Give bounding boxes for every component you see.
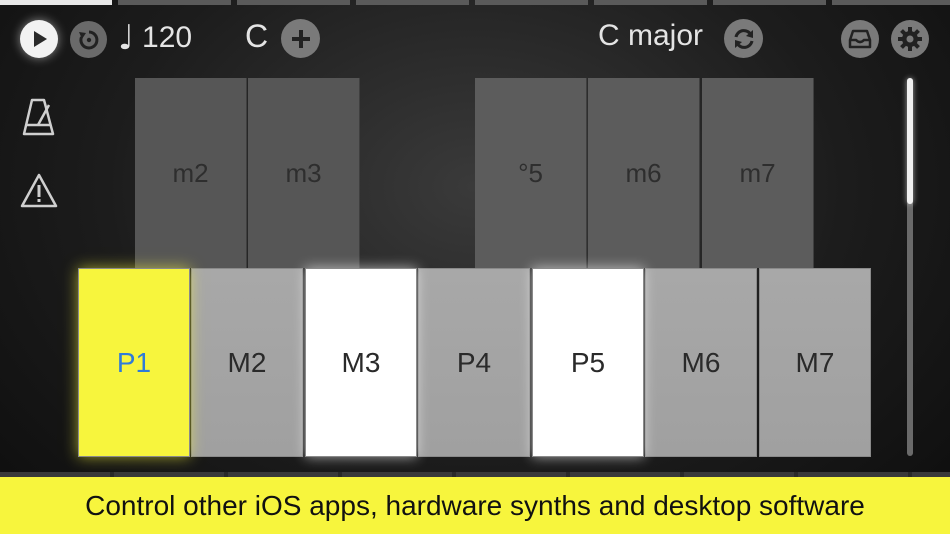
page-tab-strip	[0, 0, 950, 5]
page-tab-8[interactable]	[832, 0, 950, 5]
pad-M6[interactable]: M6	[645, 268, 757, 457]
key-root-label[interactable]: C	[245, 18, 268, 55]
promo-banner-text: Control other iOS apps, hardware synths …	[85, 489, 865, 521]
note-icon: ♩	[118, 18, 135, 58]
warning-button[interactable]	[20, 172, 58, 215]
pad-label: m2	[172, 157, 209, 188]
pad-m2[interactable]: m2	[135, 78, 247, 268]
play-button[interactable]	[20, 20, 58, 58]
pad-P4[interactable]: P4	[418, 268, 530, 457]
tray-icon	[848, 29, 872, 49]
pad-label: P4	[456, 346, 492, 378]
pad-label: M3	[341, 346, 381, 378]
loop-button[interactable]	[70, 21, 107, 58]
pad-M7[interactable]: M7	[759, 268, 871, 457]
pad-label: M7	[795, 346, 835, 378]
page-tab-3[interactable]	[237, 0, 350, 5]
settings-button[interactable]	[891, 20, 929, 58]
add-button[interactable]	[281, 19, 320, 58]
pad-M3[interactable]: M3	[305, 268, 417, 457]
refresh-icon	[734, 28, 753, 49]
metronome-icon	[22, 98, 55, 136]
pad-label: M2	[227, 346, 267, 378]
pad-label: P5	[570, 346, 606, 378]
page-tab-7[interactable]	[713, 0, 826, 5]
metronome-button[interactable]	[20, 97, 58, 142]
pad-dim5[interactable]: °5	[475, 78, 587, 268]
pad-P1[interactable]: P1	[78, 268, 190, 457]
pad-label: M6	[681, 346, 721, 378]
pad-label: °5	[518, 157, 543, 188]
warning-icon	[20, 173, 58, 208]
tempo-display[interactable]: ♩ 120	[118, 18, 192, 58]
pad-M2[interactable]: M2	[191, 268, 303, 457]
play-icon	[34, 31, 47, 47]
pad-m3[interactable]: m3	[248, 78, 360, 268]
gear-icon	[898, 27, 922, 51]
page-tab-6[interactable]	[594, 0, 707, 5]
pad-m6[interactable]: m6	[588, 78, 700, 268]
page-tab-5[interactable]	[475, 0, 588, 5]
loop-icon	[78, 30, 98, 49]
pad-P5[interactable]: P5	[532, 268, 644, 457]
pad-m7[interactable]: m7	[702, 78, 814, 268]
promo-banner: Control other iOS apps, hardware synths …	[0, 477, 950, 534]
page-tab-4[interactable]	[356, 0, 469, 5]
scrollbar-thumb[interactable]	[907, 78, 913, 204]
page-tab-2[interactable]	[118, 0, 231, 5]
pad-label: m3	[285, 157, 322, 188]
change-scale-button[interactable]	[724, 19, 763, 58]
tray-button[interactable]	[841, 20, 879, 58]
scale-name-label[interactable]: C major	[598, 19, 703, 53]
vertical-scrollbar[interactable]	[907, 78, 913, 456]
pad-label: m6	[625, 157, 662, 188]
tempo-value: 120	[142, 21, 193, 54]
page-tab-1[interactable]	[0, 0, 112, 5]
plus-icon	[291, 29, 310, 48]
pad-label: P1	[116, 346, 152, 378]
pad-label: m7	[739, 157, 776, 188]
